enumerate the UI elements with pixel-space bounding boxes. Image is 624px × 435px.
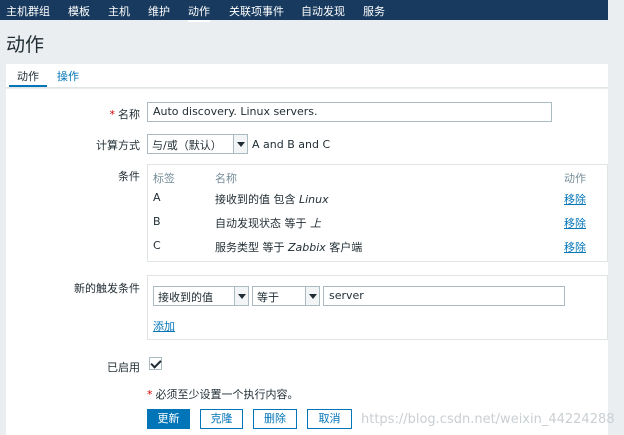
new-condition-type-value: 接收到的值: [158, 291, 213, 304]
clone-button[interactable]: 克隆: [200, 409, 243, 429]
new-condition-label: 新的触发条件: [74, 282, 140, 295]
form-tabs: 动作 操作: [6, 64, 608, 88]
nav-hosts[interactable]: 主机: [108, 3, 130, 19]
nav-correlation[interactable]: 关联项事件: [229, 3, 284, 19]
chevron-down-icon: [305, 287, 319, 305]
conditions-header-name: 名称: [215, 172, 237, 185]
name-label: * 名称: [109, 108, 141, 121]
condition-name: 接收到的值 包含 Linux: [215, 193, 329, 206]
conditions-header-action: 动作: [564, 172, 586, 185]
form-panel: * 名称 Auto discovery. Linux servers. 计算方式 …: [6, 89, 608, 435]
new-condition-operator-value: 等于: [257, 291, 279, 304]
calc-type-value: 与/或（默认）: [152, 139, 222, 152]
cancel-button[interactable]: 取消: [307, 409, 352, 429]
update-button[interactable]: 更新: [147, 409, 190, 429]
nav-actions[interactable]: 动作: [188, 3, 210, 22]
nav-templates[interactable]: 模板: [68, 3, 90, 19]
chevron-down-icon: [234, 287, 248, 305]
condition-tag: A: [153, 191, 161, 204]
remove-condition-c[interactable]: 移除: [564, 239, 586, 255]
condition-name: 自动发现状态 等于 上: [215, 217, 321, 230]
nav-host-groups[interactable]: 主机群组: [6, 3, 50, 19]
condition-tag: B: [153, 215, 161, 228]
nav-discovery[interactable]: 自动发现: [301, 3, 345, 19]
new-condition-operator-select[interactable]: 等于: [252, 286, 320, 306]
required-note: * 必须至少设置一个执行内容。: [147, 388, 299, 401]
calc-type-select[interactable]: 与/或（默认）: [147, 134, 248, 154]
nav-services[interactable]: 服务: [363, 3, 385, 19]
remove-condition-b[interactable]: 移除: [564, 215, 586, 231]
add-condition-link[interactable]: 添加: [153, 318, 175, 334]
nav-maintenance[interactable]: 维护: [148, 3, 170, 19]
calc-label: 计算方式: [96, 139, 140, 152]
enabled-label: 已启用: [107, 361, 140, 374]
tab-action[interactable]: 动作: [9, 68, 47, 87]
tab-operations[interactable]: 操作: [57, 68, 79, 84]
new-condition-value-input[interactable]: server: [323, 286, 565, 306]
remove-condition-a[interactable]: 移除: [564, 191, 586, 207]
top-navigation: 主机群组 模板 主机 维护 动作 关联项事件 自动发现 服务: [0, 0, 608, 22]
condition-tag: C: [153, 239, 161, 252]
new-condition-type-select[interactable]: 接收到的值: [153, 286, 249, 306]
conditions-label: 条件: [118, 170, 140, 183]
conditions-header-tag: 标签: [153, 172, 175, 185]
delete-button[interactable]: 删除: [253, 409, 297, 429]
watermark: https://blog.csdn.net/weixin_44224288: [361, 412, 615, 427]
condition-name: 服务类型 等于 Zabbix 客户端: [215, 241, 363, 254]
conditions-table: 标签 名称 动作 A 接收到的值 包含 Linux 移除 B 自动发现状态 等于…: [147, 164, 608, 262]
chevron-down-icon: [233, 135, 247, 153]
name-input[interactable]: Auto discovery. Linux servers.: [147, 102, 552, 122]
new-condition-box: 接收到的值 等于 server 添加: [147, 275, 608, 340]
page-title: 动作: [6, 34, 45, 56]
enabled-checkbox[interactable]: [149, 357, 162, 370]
calc-formula: A and B and C: [252, 138, 331, 151]
